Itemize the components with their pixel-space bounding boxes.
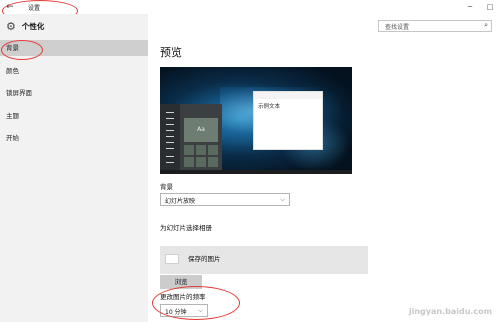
sidebar-title: 个性化 [21,22,45,31]
frequency-select[interactable]: 10 分钟 ⌵ [160,304,208,317]
preview-list-line [166,162,174,163]
sidebar-item-color[interactable]: 颜色 [0,63,148,79]
preview-list-line [166,156,174,157]
preview-sample-titlebar [254,92,322,99]
preview-list-line [166,118,174,119]
preview-tile [208,157,218,167]
preview-start-list [160,104,180,174]
preview-tile [196,157,206,167]
preview-list-line [166,124,174,125]
chevron-down-icon: ⌵ [280,195,285,203]
sidebar-item-background[interactable]: 背景 [0,40,148,56]
frequency-label: 更改图片的频率 [160,293,206,301]
background-select[interactable]: 幻灯片放映 ⌵ [160,193,290,206]
main-content: 预览 Aa 示例文本 背景 幻灯片放映 ⌵ 为幻灯片选择相册 保存的图片 浏览 … [148,14,500,322]
preview-list-line [166,148,174,149]
watermark: jingyan.baidu.com [408,307,492,316]
album-label: 为幻灯片选择相册 [160,224,212,232]
album-item[interactable]: 保存的图片 [160,246,368,274]
preview-start-menu: Aa [160,104,222,174]
window-controls: ─ □ [460,0,500,14]
frequency-select-value: 10 分钟 [165,309,187,316]
sidebar-item-themes[interactable]: 主题 [0,108,148,124]
sidebar-item-start[interactable]: 开始 [0,130,148,146]
folder-thumbnail [165,254,179,264]
preview-taskbar [160,170,352,174]
preview-tile [196,145,206,155]
preview-sample-window: 示例文本 [253,91,323,150]
chevron-down-icon: ⌵ [198,306,203,314]
preview-aa-tile: Aa [184,118,218,142]
browse-button[interactable]: 浏览 [160,275,202,289]
sidebar-header: ⚙ 个性化 [6,20,44,33]
background-select-value: 幻灯片放映 [165,198,196,205]
page-title: 预览 [160,46,182,59]
sidebar-item-lockscreen[interactable]: 锁屏界面 [0,85,148,101]
preview-list-line [166,142,174,143]
preview-tile [184,157,194,167]
preview-list-line [166,112,174,113]
title-bar: ← 设置 ─ □ [0,0,500,14]
desktop-preview: Aa 示例文本 [160,67,352,174]
minimize-button[interactable]: ─ [460,0,480,14]
background-label: 背景 [160,183,173,191]
sidebar: ⚙ 个性化 背景 颜色 锁屏界面 主题 开始 [0,14,148,322]
preview-list-line [166,136,174,137]
window-title: 设置 [28,5,41,12]
gear-icon: ⚙ [6,20,16,33]
back-arrow-icon[interactable]: ← [6,2,14,12]
maximize-button[interactable]: □ [480,0,500,14]
preview-tile [184,145,194,155]
album-item-label: 保存的图片 [188,255,221,263]
preview-sample-text: 示例文本 [258,104,281,110]
preview-tile [208,145,218,155]
preview-list-line [166,130,174,131]
